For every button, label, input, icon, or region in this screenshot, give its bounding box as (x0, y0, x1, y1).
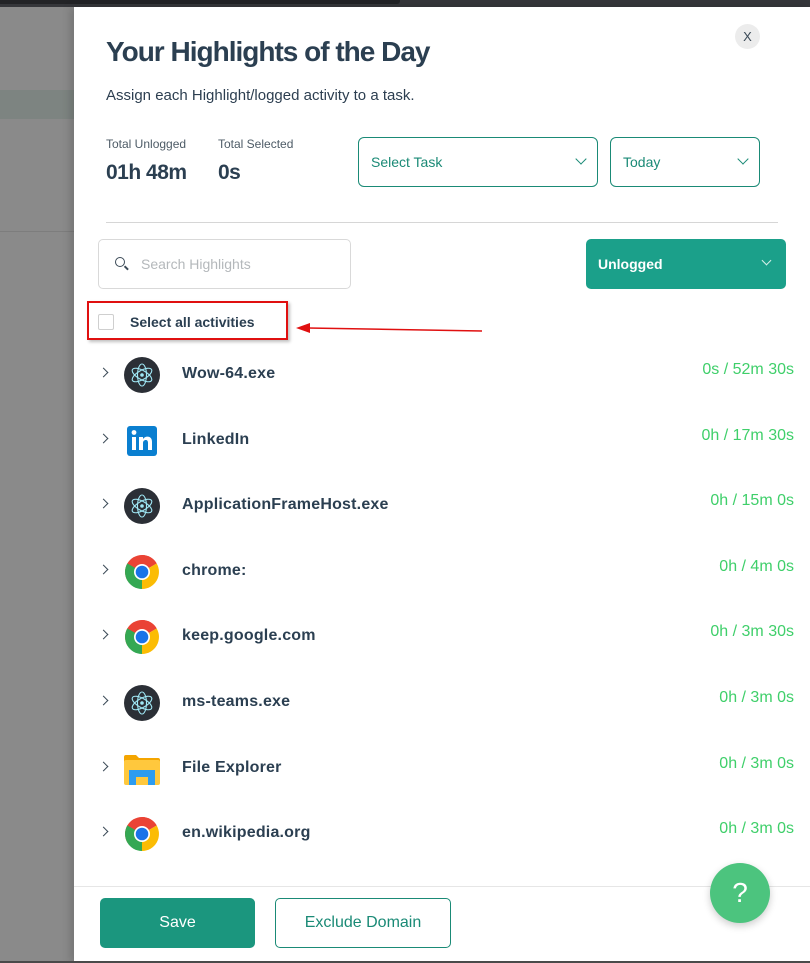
activity-time: 0s / 52m 30s (702, 361, 794, 378)
activity-name: LinkedIn (182, 430, 250, 448)
activity-time: 0h / 3m 30s (710, 623, 794, 641)
status-filter-dropdown[interactable]: Unlogged (586, 239, 786, 289)
date-range-value: Today (623, 154, 661, 170)
search-box[interactable] (98, 239, 351, 289)
select-all-label: Select all activities (130, 314, 255, 330)
activity-time: 0h / 15m 0s (710, 492, 794, 510)
activity-name: File Explorer (182, 758, 282, 776)
total-selected-stat: Total Selected 0s (218, 137, 293, 185)
page-subtitle: Assign each Highlight/logged activity to… (106, 87, 415, 104)
page-title: Your Highlights of the Day (106, 36, 430, 67)
linkedin-icon (124, 423, 160, 459)
select-task-dropdown[interactable]: Select Task (358, 137, 598, 187)
activity-row[interactable]: Wow-64.exe 0s / 52m 30s (74, 341, 810, 407)
chevron-down-icon (761, 255, 772, 266)
activity-time: 0h / 3m 0s (719, 688, 794, 706)
electron-app-icon (124, 684, 160, 721)
chevron-right-icon[interactable] (98, 629, 109, 640)
highlights-drawer: X Your Highlights of the Day Assign each… (74, 7, 810, 963)
electron-app-icon (124, 357, 160, 393)
total-unlogged-label: Total Unlogged (106, 137, 187, 151)
activity-row[interactable]: ms-teams.exe 0h / 3m 0s (74, 669, 810, 735)
chrome-icon (124, 619, 160, 655)
chevron-right-icon[interactable] (98, 367, 109, 378)
chrome-icon (124, 816, 160, 852)
browser-tab-edge (0, 0, 400, 4)
browser-top-strip (0, 0, 810, 7)
activity-list: Wow-64.exe 0s / 52m 30s LinkedIn 0h / 17m … (74, 341, 810, 866)
activity-time: 0h / 3m 0s (719, 754, 794, 772)
help-button[interactable]: ? (710, 863, 770, 923)
activity-row[interactable]: chrome: 0h / 4m 0s (74, 538, 810, 604)
activity-name: keep.google.com (182, 627, 316, 645)
activity-time: 0h / 4m 0s (719, 557, 794, 575)
annotation-arrow (296, 323, 483, 333)
backdrop-highlight-band (0, 90, 74, 119)
help-icon: ? (732, 877, 748, 908)
chevron-right-icon[interactable] (98, 695, 109, 706)
activity-time: 0h / 3m 0s (719, 820, 794, 838)
total-unlogged-value: 01h 48m (106, 161, 187, 184)
section-divider (106, 222, 778, 223)
activity-row[interactable]: keep.google.com 0h / 3m 30s (74, 603, 810, 669)
select-all-checkbox[interactable] (98, 314, 114, 330)
activity-name: Wow-64.exe (182, 365, 276, 382)
file-explorer-icon (124, 751, 160, 787)
activity-row[interactable]: ApplicationFrameHost.exe 0h / 15m 0s (74, 472, 810, 538)
chevron-right-icon[interactable] (98, 433, 109, 444)
chevron-down-icon (737, 153, 749, 165)
chevron-right-icon[interactable] (98, 761, 109, 772)
total-selected-label: Total Selected (218, 137, 294, 151)
close-button[interactable]: X (735, 24, 760, 49)
activity-name: ApplicationFrameHost.exe (182, 496, 389, 514)
total-unlogged-stat: Total Unlogged 01h 48m (106, 137, 187, 185)
chevron-down-icon (575, 153, 587, 165)
activity-row[interactable]: File Explorer 0h / 3m 0s (74, 735, 810, 801)
activity-row[interactable]: LinkedIn 0h / 17m 30s (74, 407, 810, 473)
activity-name: en.wikipedia.org (182, 824, 311, 842)
chevron-right-icon[interactable] (98, 564, 109, 575)
total-selected-value: 0s (218, 161, 241, 184)
search-input[interactable] (141, 256, 331, 272)
activity-name: chrome: (182, 561, 247, 579)
backdrop-divider (0, 231, 74, 232)
select-task-value: Select Task (371, 154, 443, 170)
electron-app-icon (124, 488, 160, 525)
save-button[interactable]: Save (100, 898, 255, 948)
page-backdrop-overlay[interactable] (0, 7, 74, 963)
exclude-domain-button[interactable]: Exclude Domain (275, 898, 451, 948)
search-icon (115, 257, 129, 271)
close-icon: X (743, 29, 752, 44)
activity-time: 0h / 17m 30s (701, 426, 795, 444)
status-filter-value: Unlogged (598, 256, 663, 272)
drawer-footer: Save Exclude Domain (74, 886, 810, 963)
chrome-icon (124, 554, 160, 590)
activity-name: ms-teams.exe (182, 692, 291, 710)
select-all-activities[interactable]: Select all activities (98, 314, 255, 330)
activity-row[interactable]: en.wikipedia.org 0h / 3m 0s (74, 800, 810, 866)
chevron-right-icon[interactable] (98, 826, 109, 837)
chevron-right-icon[interactable] (98, 498, 109, 509)
date-range-dropdown[interactable]: Today (610, 137, 760, 187)
